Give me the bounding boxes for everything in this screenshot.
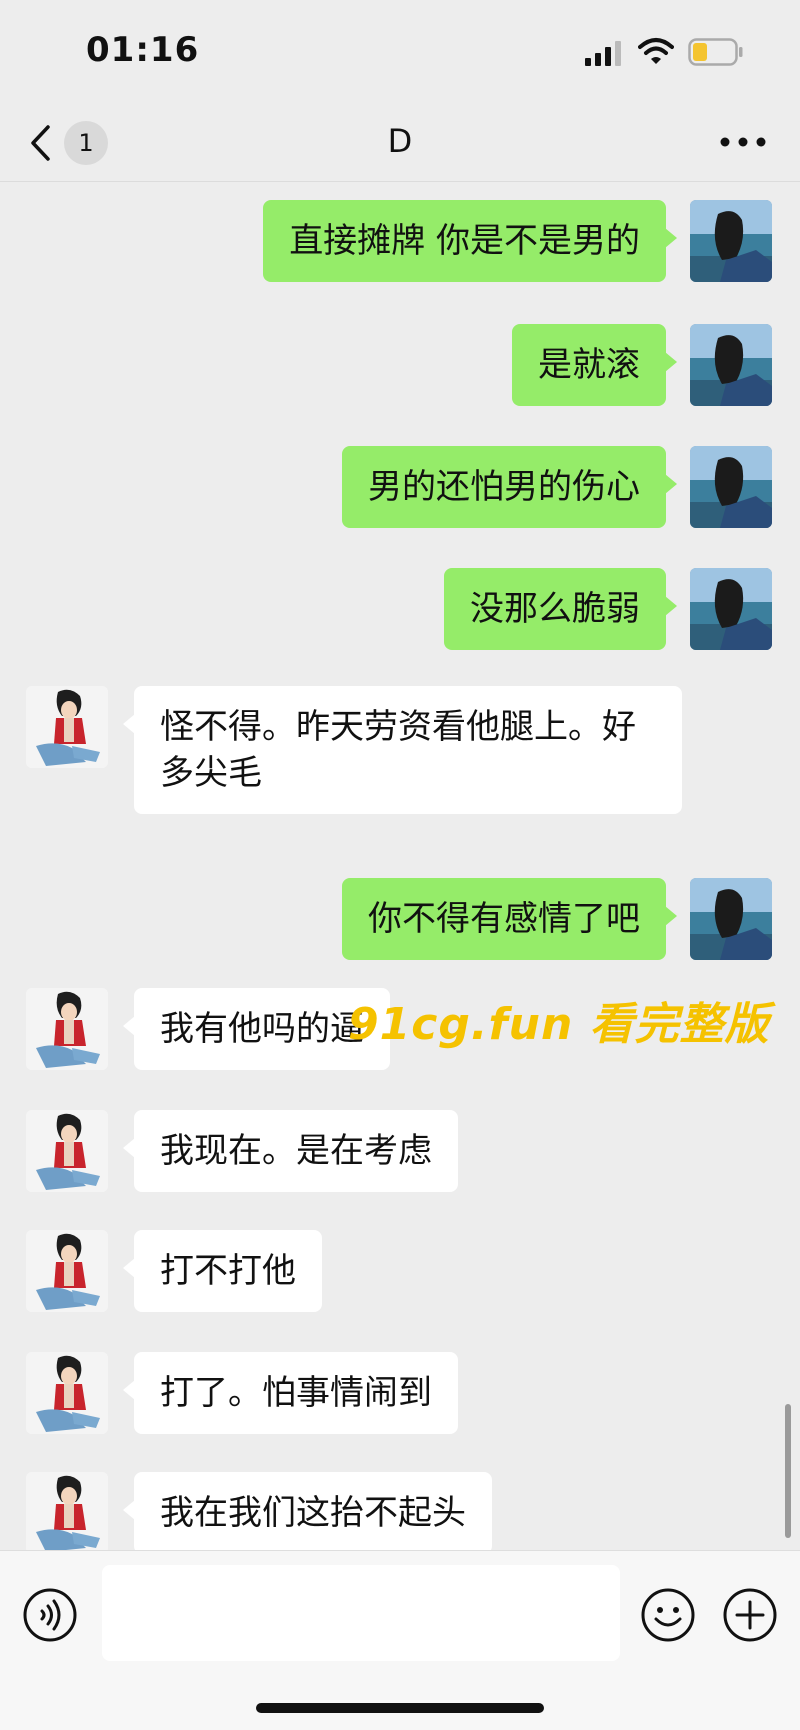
plus-icon[interactable]: [722, 1587, 778, 1643]
contact-avatar[interactable]: [26, 1110, 108, 1192]
chat-title: D: [387, 122, 413, 160]
received-message-bubble[interactable]: 打不打他: [123, 1230, 322, 1312]
contact-avatar[interactable]: [26, 1352, 108, 1434]
nav-bar: D 1: [0, 100, 800, 182]
unread-count-badge: 1: [64, 121, 108, 165]
status-bar: 01:16: [0, 0, 800, 100]
received-message-bubble[interactable]: 打了。怕事情闹到: [123, 1352, 458, 1434]
scrollbar[interactable]: [785, 1404, 791, 1538]
sent-message-bubble[interactable]: 你不得有感情了吧: [342, 878, 677, 960]
back-chevron-icon: [31, 125, 50, 161]
watermark: 91cg.fun 看完整版: [348, 999, 770, 1050]
more-dots-icon[interactable]: [715, 122, 771, 162]
wifi-icon: [638, 38, 674, 64]
chat-screen: 01:16 D 1 直接摊牌 你是不是男的 是就滚 男的还怕男的伤心 没那么脆弱…: [0, 0, 800, 1730]
my-avatar[interactable]: [690, 878, 772, 960]
signal-icon: [585, 41, 621, 66]
contact-avatar[interactable]: [26, 1472, 108, 1554]
received-message-bubble[interactable]: 我在我们这抬不起头: [123, 1472, 492, 1554]
contact-avatar[interactable]: [26, 686, 108, 768]
contact-avatar[interactable]: [26, 1230, 108, 1312]
my-avatar[interactable]: [690, 568, 772, 650]
voice-icon[interactable]: [22, 1587, 78, 1643]
battery-icon: [688, 38, 743, 66]
sent-message-bubble[interactable]: 是就滚: [512, 324, 677, 406]
sent-message-bubble[interactable]: 没那么脆弱: [444, 568, 677, 650]
my-avatar[interactable]: [690, 446, 772, 528]
status-time: 01:16: [86, 30, 200, 70]
input-bar: [0, 1550, 800, 1730]
my-avatar[interactable]: [690, 200, 772, 282]
back-button[interactable]: 1: [28, 118, 118, 168]
home-indicator: [256, 1703, 544, 1713]
received-message-bubble[interactable]: 怪不得。昨天劳资看他腿上。好多尖毛: [123, 686, 682, 814]
sent-message-bubble[interactable]: 直接摊牌 你是不是男的: [263, 200, 677, 282]
sent-message-bubble[interactable]: 男的还怕男的伤心: [342, 446, 677, 528]
emoji-icon[interactable]: [640, 1587, 696, 1643]
received-message-bubble[interactable]: 我现在。是在考虑: [123, 1110, 458, 1192]
message-input[interactable]: [102, 1565, 620, 1661]
my-avatar[interactable]: [690, 324, 772, 406]
contact-avatar[interactable]: [26, 988, 108, 1070]
